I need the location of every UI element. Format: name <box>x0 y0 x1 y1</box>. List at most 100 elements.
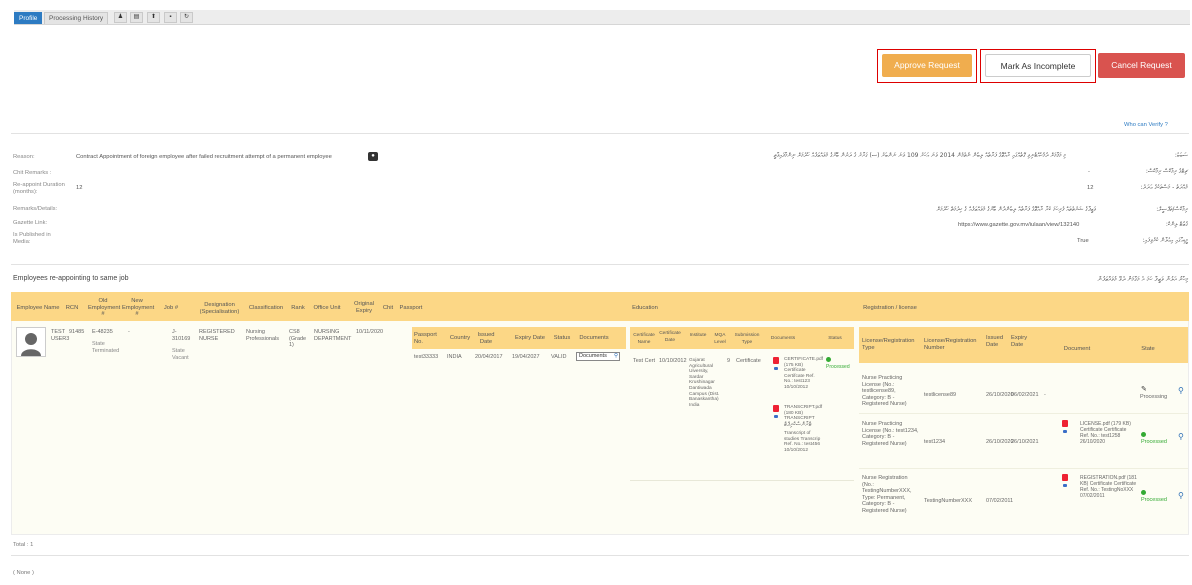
th-new-employment: New Employment # <box>122 298 155 317</box>
download-icon[interactable] <box>1063 484 1067 487</box>
cell-rank: CS8 (Grade 1) <box>289 329 307 348</box>
section-title-rtl: މިހާރު އަލުން ވަޒީފާ ހަމަ އެ މަގާމަށް ދެ… <box>1097 275 1188 283</box>
th-reg-expiry: Expiry Date <box>1011 335 1028 348</box>
search-icon[interactable]: ⚲ <box>1178 386 1184 395</box>
cell-old-employment: E-48235 <box>92 329 113 335</box>
cell-reg-issued: 26/10/2020 <box>986 439 1014 445</box>
th-designation: Designation (Specialisation) <box>199 302 240 315</box>
cell-edu-doc2-rtl: ޓްރާންސްކްރިޕްޓް <box>784 421 812 428</box>
th-rcn: RCN <box>65 305 79 311</box>
cell-reg-expiry: 26/10/2021 <box>1011 439 1039 445</box>
download-icon[interactable] <box>774 415 778 418</box>
duration-value: 12 <box>76 185 83 191</box>
cell-expiry: 19/04/2027 <box>512 354 540 360</box>
table-header <box>11 292 1189 321</box>
th-mqa-level: MQA Level <box>714 333 726 345</box>
tab-processing-history[interactable]: Processing History <box>44 12 109 24</box>
th-passport: Passport <box>399 305 423 311</box>
gazette-label: Gazette Link: <box>13 220 48 226</box>
cell-reg-state: Processed <box>1141 497 1167 503</box>
person-icon[interactable]: ♟ <box>114 12 127 23</box>
cell-issued: 20/04/2017 <box>475 354 503 360</box>
th-edu-documents: Documents <box>770 336 796 341</box>
reason-value: Contract Appointment of foreign employee… <box>76 154 332 160</box>
th-submission-type: Submission Type <box>734 333 760 345</box>
highlight-approve <box>877 49 977 83</box>
none-note: ( None ) <box>13 570 34 576</box>
cell-reg-doc[interactable]: REGISTRATION.pdf (181 KB) Certificate Ce… <box>1080 475 1140 499</box>
upload-icon[interactable]: ⬆ <box>147 12 160 23</box>
divider <box>11 264 1189 265</box>
th-cert-date: Certificate Date <box>659 331 681 343</box>
cell-reg-number: TestingNumberXXX <box>924 498 972 504</box>
cell-office-unit: NURSING DEPARTMENT <box>314 329 352 342</box>
th-office-unit: Office Unit <box>313 305 341 311</box>
pdf-icon <box>773 357 779 364</box>
cell-edu-doc2[interactable]: TRANSCRIPT.pdf (180 KB) TRANSCRIPT <box>784 405 822 422</box>
pdf-icon <box>773 405 779 412</box>
cell-employee-name[interactable]: TEST USER3 <box>51 329 69 342</box>
th-education: Education <box>632 305 658 311</box>
reason-label: Reason: <box>13 154 35 160</box>
cell-edu-doc2-tail: Transcript of studies Transcrip Ref. No.… <box>784 431 821 453</box>
processed-icon <box>1141 432 1146 437</box>
remarks-label: Remarks/Details: <box>13 206 58 212</box>
cell-edu-level: 9 <box>727 358 731 364</box>
th-status: Status <box>553 335 571 341</box>
rtl-media-value: True <box>1077 238 1089 244</box>
info-icon[interactable]: ● <box>368 152 378 161</box>
cell-reg-type: Nurse Registration (No.: TestingNumberXX… <box>862 475 912 514</box>
rtl-duration-label: މުއްދަތު - މަސްތަކުގެ ޢަދަދު: <box>1140 184 1188 191</box>
th-reg-state: State <box>1141 346 1155 352</box>
pdf-icon <box>1062 474 1068 481</box>
chat-icon[interactable]: ▪ <box>164 12 177 23</box>
divider <box>859 413 1188 414</box>
cell-reg-state: Processed <box>1141 439 1167 445</box>
rtl-remarks-value: ވަޒީފާގެ ޝަރުތުތައް ފުރިހަމަ ކުރާ ރާއްޖޭ… <box>936 206 1096 213</box>
divider <box>11 555 1189 556</box>
documents-label: Documents <box>579 353 607 359</box>
cell-reg-type: Nurse Practicing License (No.: test1234,… <box>862 421 919 447</box>
th-registration: Registration / license <box>863 305 917 311</box>
th-reg-issued: Issued Date <box>986 335 1004 348</box>
cell-rcn: 91485 <box>69 329 85 335</box>
th-reg-document: Document <box>1063 346 1091 352</box>
cell-reg-doc[interactable]: LICENSE.pdf (179 KB) Certificate Certifi… <box>1080 421 1132 445</box>
gazette-link[interactable]: https://www.gazette.gov.mv/iulaan/view/1… <box>958 222 1079 229</box>
rtl-media-label: މީޑިއާގައި އިޢުލާން ކުރެވިފައި: <box>1142 237 1188 244</box>
cell-classification: Nursing Professionals <box>246 329 280 342</box>
cell-edu-status: Processed <box>826 364 850 370</box>
cell-passport-no: test33333 <box>414 354 439 360</box>
cell-edu-name: Test Cert <box>633 358 656 364</box>
th-classification: Classification <box>248 305 284 311</box>
documents-button[interactable]: Documents ⚲ <box>576 352 620 361</box>
processed-icon <box>1141 490 1146 495</box>
cell-reg-doc: - <box>1044 392 1046 398</box>
media-label: Is Published in Media: <box>13 232 51 245</box>
th-issued-date: Issued Date <box>477 332 495 345</box>
th-country: Country <box>449 335 471 341</box>
rtl-reason-label: ސަބަބު: <box>1174 152 1188 159</box>
download-icon[interactable] <box>1063 430 1067 433</box>
th-reg-number: License/Registration Number <box>924 338 977 351</box>
book-icon[interactable]: ▤ <box>130 12 143 23</box>
processed-icon <box>826 357 831 362</box>
who-can-verify-link[interactable]: Who can Verify ? <box>1124 122 1168 128</box>
undo-icon[interactable]: ↻ <box>180 12 193 23</box>
th-rank: Rank <box>291 305 305 311</box>
highlight-incomplete <box>980 49 1096 83</box>
cell-edu-doc1[interactable]: CERTIFICATE.pdf (175 KB) Certificate Cer… <box>784 357 823 391</box>
download-icon[interactable] <box>774 367 778 370</box>
search-icon[interactable]: ⚲ <box>1178 491 1184 500</box>
search-icon[interactable]: ⚲ <box>1178 432 1184 441</box>
cell-job: J-310169 <box>172 329 191 342</box>
th-documents: Documents <box>579 335 609 341</box>
section-title: Employees re-appointing to same job <box>13 275 129 282</box>
rtl-reason-value: މި މަޤާމަށް ދެމެހެއްޓެނިވި ގޮތެއްގައި ރާ… <box>773 152 1066 159</box>
cancel-request-button[interactable]: Cancel Request <box>1098 53 1185 78</box>
cell-edu-date: 10/10/2012 <box>659 358 687 364</box>
tab-profile[interactable]: Profile <box>14 12 43 24</box>
divider <box>630 480 854 481</box>
pencil-icon: ✎ <box>1141 386 1147 393</box>
chit-remarks-label: Chit Remarks : <box>13 170 52 176</box>
